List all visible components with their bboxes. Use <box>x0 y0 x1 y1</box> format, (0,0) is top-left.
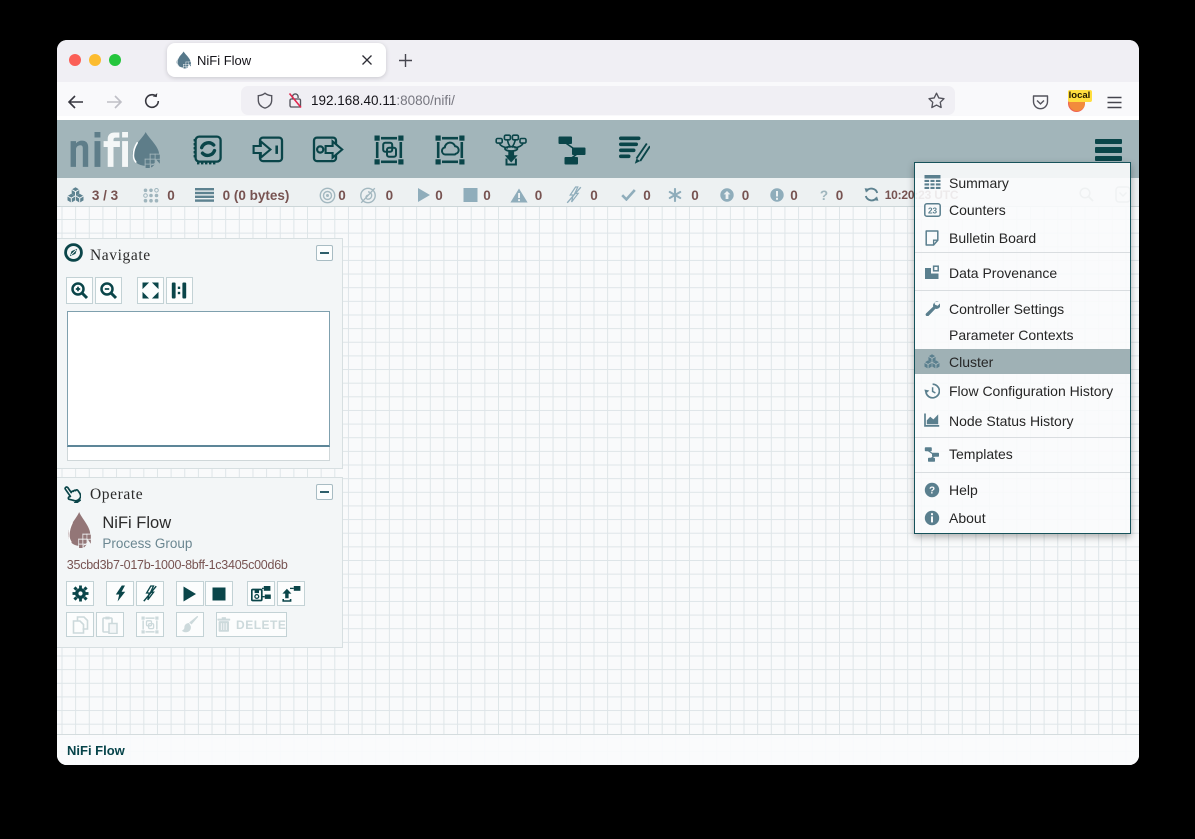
svg-text:23: 23 <box>928 206 938 215</box>
svg-text:?: ? <box>929 485 935 496</box>
